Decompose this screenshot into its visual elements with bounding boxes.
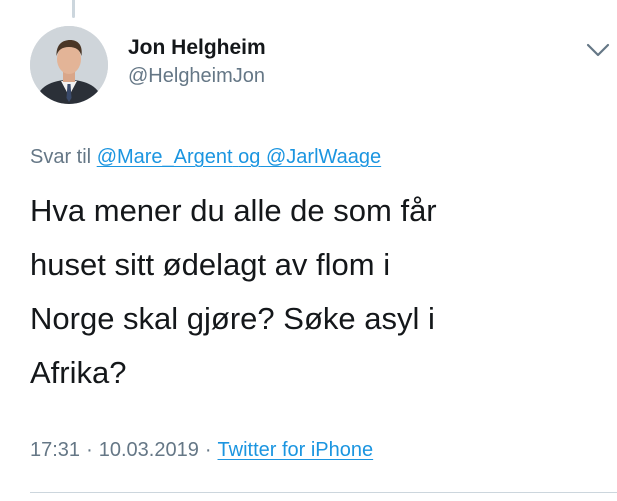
divider xyxy=(30,492,617,493)
reply-prefix: Svar til xyxy=(30,146,92,168)
tweet-meta: 17:31 · 10.03.2019 · Twitter for iPhone xyxy=(30,438,373,462)
tweet-author[interactable]: Jon Helgheim @HelgheimJon xyxy=(128,36,266,88)
tweet-date[interactable]: 10.03.2019 xyxy=(99,439,199,461)
author-display-name[interactable]: Jon Helgheim xyxy=(128,36,266,60)
reply-context: Svar til @Mare_Argent og @JarlWaage xyxy=(30,145,381,169)
meta-separator: · xyxy=(204,439,212,461)
author-handle[interactable]: @HelgheimJon xyxy=(128,64,266,88)
tweet-text: Hva mener du alle de som får huset sitt … xyxy=(30,193,437,390)
chevron-down-icon[interactable] xyxy=(586,42,610,58)
meta-separator: · xyxy=(86,439,93,461)
tweet-time[interactable]: 17:31 xyxy=(30,439,80,461)
tweet-source-link[interactable]: Twitter for iPhone xyxy=(218,439,374,461)
reply-joiner[interactable]: og xyxy=(238,146,260,168)
reply-mention-jarlwaage[interactable]: @JarlWaage xyxy=(266,146,381,168)
reply-mention-mare-argent[interactable]: @Mare_Argent xyxy=(97,146,233,168)
thread-connector-line xyxy=(72,0,75,18)
avatar-image xyxy=(30,26,108,104)
avatar[interactable] xyxy=(30,26,108,104)
reply-mentions-link[interactable]: @Mare_Argent og @JarlWaage xyxy=(97,146,381,168)
